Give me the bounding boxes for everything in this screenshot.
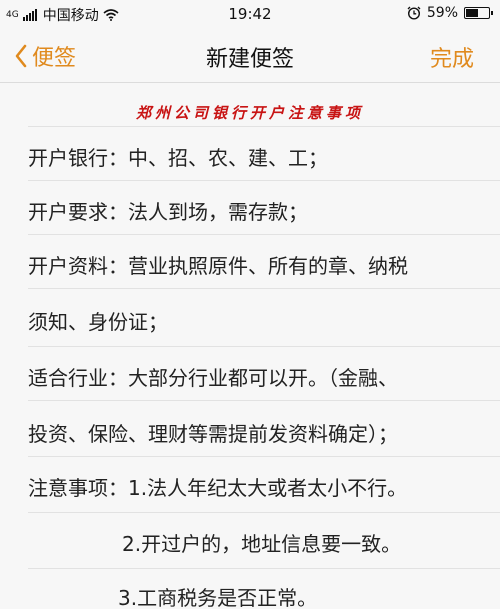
- divider: [28, 456, 500, 457]
- divider: [28, 126, 500, 127]
- note-line: 开户资料：营业执照原件、所有的章、纳税: [28, 254, 408, 278]
- note-line: 投资、保险、理财等需提前发资料确定）；: [28, 422, 398, 446]
- note-line: 3.工商税务是否正常。: [118, 586, 318, 609]
- note-line: 须知、身份证；: [28, 310, 168, 334]
- done-button[interactable]: 完成: [430, 41, 474, 73]
- chevron-left-icon: [15, 44, 27, 68]
- status-right: 59%: [407, 5, 493, 21]
- divider: [28, 180, 500, 181]
- note-editor[interactable]: 郑州公司银行开户注意事项 开户银行：中、招、农、建、工； 开户要求：法人到场，需…: [0, 84, 500, 609]
- note-heading: 郑州公司银行开户注意事项: [135, 104, 364, 122]
- note-line: 开户要求：法人到场，需存款；: [28, 200, 308, 224]
- alarm-icon: [407, 6, 421, 20]
- nav-bar: 便签 新建便签 完成: [0, 28, 500, 83]
- divider: [28, 346, 500, 347]
- battery-fill: [466, 9, 479, 17]
- divider: [28, 400, 500, 401]
- note-line: 2.开过户的，地址信息要一致。: [122, 532, 402, 556]
- back-label: 便签: [32, 46, 77, 71]
- divider: [28, 288, 500, 289]
- back-button[interactable]: 便签: [14, 40, 76, 72]
- battery-icon: [464, 7, 493, 19]
- note-line: 开户银行：中、招、农、建、工；: [28, 146, 328, 170]
- status-bar: 4G 中国移动 19:42 59%: [0, 0, 500, 28]
- battery-percent: 59%: [426, 5, 458, 21]
- note-line: 适合行业：大部分行业都可以开。（金融、: [28, 366, 398, 390]
- note-line: 注意事项：1.法人年纪太大或者太小不行。: [28, 476, 408, 500]
- divider: [28, 568, 500, 569]
- divider: [28, 512, 500, 513]
- divider: [28, 234, 500, 235]
